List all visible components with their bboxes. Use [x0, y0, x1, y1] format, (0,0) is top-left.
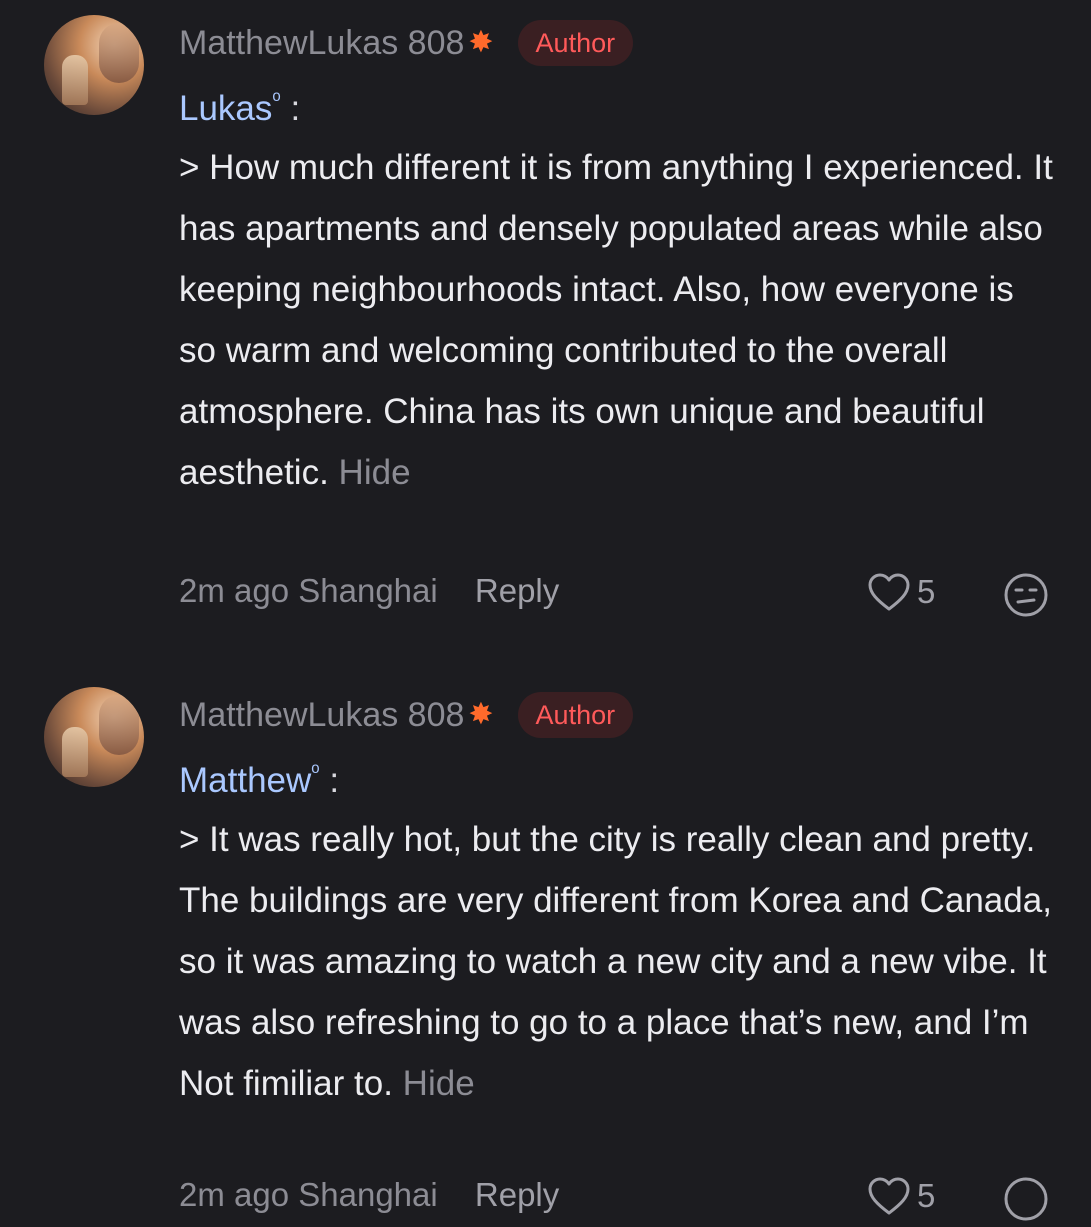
timestamp: 2m ago: [179, 572, 290, 609]
mention-suffix: :: [319, 761, 340, 800]
mention-line: Lukasᵒ :: [179, 86, 300, 129]
smiley-face-icon: [1004, 1177, 1048, 1221]
search-icon: ᵒ: [311, 758, 320, 783]
username[interactable]: MatthewLukas 808: [179, 24, 464, 63]
location: Shanghai: [298, 572, 438, 609]
comment-meta: 2m ago Shanghai Reply: [179, 572, 559, 610]
comment-body: > It was really hot, but the city is rea…: [179, 809, 1059, 1114]
comment-header: MatthewLukas 808 ✸ Author: [179, 18, 634, 68]
comment-footer: 2m ago Shanghai Reply 5: [179, 572, 1049, 622]
comment-header: MatthewLukas 808 ✸ Author: [179, 690, 634, 740]
comment-meta: 2m ago Shanghai Reply: [179, 1176, 559, 1214]
location: Shanghai: [298, 1176, 438, 1213]
reaction-button[interactable]: [1003, 572, 1049, 623]
avatar[interactable]: [44, 687, 144, 787]
comment-text: > It was really hot, but the city is rea…: [179, 820, 1052, 1103]
heart-outline-icon: [868, 1177, 910, 1215]
like-button[interactable]: 5: [867, 1176, 935, 1216]
mention-suffix: :: [280, 89, 301, 128]
reaction-button[interactable]: [1003, 1176, 1049, 1227]
avatar[interactable]: [44, 15, 144, 115]
username[interactable]: MatthewLukas 808: [179, 696, 464, 735]
author-badge: Author: [517, 20, 634, 66]
reply-button[interactable]: Reply: [475, 1176, 559, 1213]
comment-text: > How much different it is from anything…: [179, 148, 1053, 492]
timestamp: 2m ago: [179, 1176, 290, 1213]
smiley-face-icon: [1004, 573, 1048, 617]
heart-outline-icon: [868, 573, 910, 611]
mention-line: Matthewᵒ :: [179, 758, 339, 801]
like-count: 5: [917, 1177, 936, 1214]
collision-icon: ✸: [468, 26, 494, 59]
like-button[interactable]: 5: [867, 572, 935, 612]
mention-link[interactable]: Matthewᵒ: [179, 758, 320, 800]
hide-link[interactable]: Hide: [339, 453, 411, 492]
hide-link[interactable]: Hide: [403, 1064, 475, 1103]
comment-footer: 2m ago Shanghai Reply 5: [179, 1176, 1049, 1226]
author-badge: Author: [517, 692, 634, 738]
like-count: 5: [917, 573, 936, 610]
comment-body: > How much different it is from anything…: [179, 137, 1059, 503]
collision-icon: ✸: [468, 698, 494, 731]
reply-button[interactable]: Reply: [475, 572, 559, 609]
mention-link[interactable]: Lukasᵒ: [179, 86, 281, 128]
search-icon: ᵒ: [272, 86, 281, 111]
